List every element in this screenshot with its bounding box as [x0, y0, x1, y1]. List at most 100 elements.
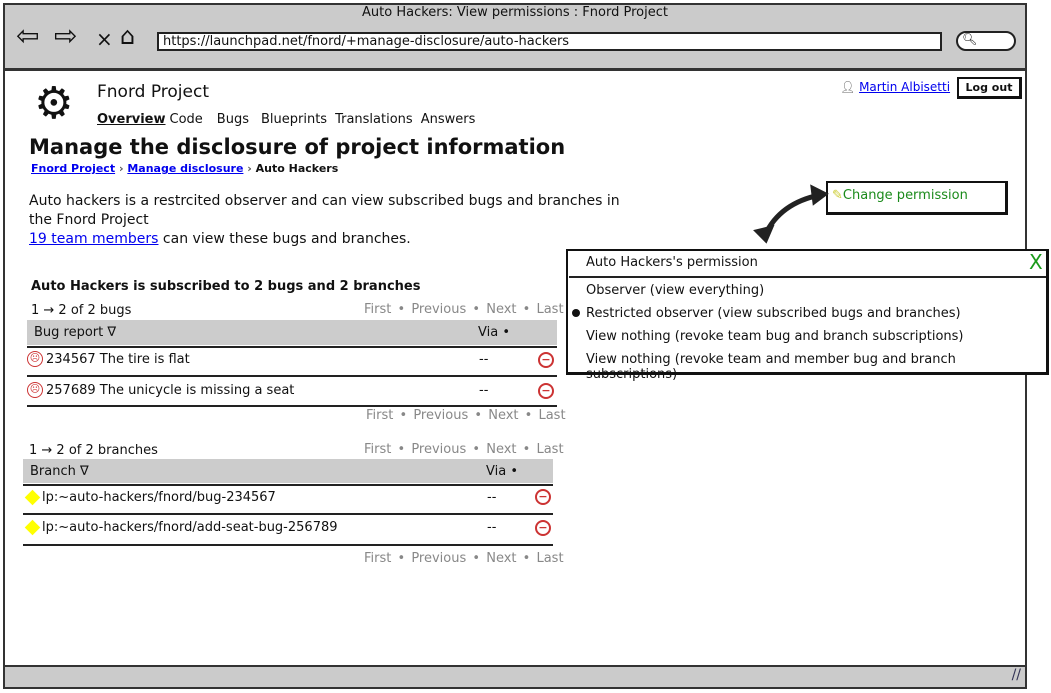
search-icon: 🔍︎: [962, 32, 978, 46]
previous-link[interactable]: Previous: [411, 302, 466, 317]
next-link[interactable]: Next: [486, 551, 516, 566]
forward-icon[interactable]: ⇨: [54, 22, 77, 50]
nav-overview[interactable]: Overview: [97, 112, 166, 127]
remove-icon[interactable]: −: [538, 383, 554, 399]
branches-table-header: Branch ∇ Via •: [23, 459, 553, 483]
remove-icon[interactable]: −: [538, 352, 554, 368]
branch-via: --: [487, 520, 497, 535]
option-restricted-observer[interactable]: Restricted observer (view subscribed bug…: [586, 306, 961, 321]
branch-title[interactable]: lp:~auto-hackers/fnord/bug-234567: [42, 490, 276, 505]
members-text: can view these bugs and branches.: [158, 231, 411, 247]
previous-link[interactable]: Previous: [411, 551, 466, 566]
sep: •: [472, 551, 481, 566]
project-name: Fnord Project: [97, 82, 210, 102]
logout-button[interactable]: Log out: [957, 77, 1022, 99]
divider: [27, 375, 557, 377]
sep: •: [474, 408, 483, 423]
breadcrumb-current: Auto Hackers: [255, 162, 339, 175]
sep: •: [522, 551, 531, 566]
team-members-link[interactable]: 19 team members: [29, 231, 158, 247]
user-link[interactable]: 👤︎ Martin Albisetti: [840, 80, 950, 94]
branch-title[interactable]: lp:~auto-hackers/fnord/add-seat-bug-2567…: [42, 520, 338, 535]
nav-answers[interactable]: Answers: [421, 112, 476, 127]
first-link[interactable]: First: [364, 442, 391, 457]
remove-icon[interactable]: −: [535, 489, 551, 505]
previous-link[interactable]: Previous: [413, 408, 468, 423]
arrow-annotation-icon: [753, 184, 829, 244]
subscriptions-heading: Auto Hackers is subscribed to 2 bugs and…: [31, 279, 421, 294]
breadcrumb: Fnord Project › Manage disclosure › Auto…: [31, 162, 339, 175]
last-link[interactable]: Last: [536, 302, 563, 317]
sep: •: [524, 408, 533, 423]
last-link[interactable]: Last: [536, 551, 563, 566]
next-link[interactable]: Next: [486, 442, 516, 457]
project-nav: Overview Code Bugs Blueprints Translatio…: [97, 112, 475, 127]
description-line: Auto hackers is a restrcited observer an…: [29, 193, 620, 209]
stop-icon[interactable]: ×: [96, 27, 113, 51]
branch-via: --: [487, 490, 497, 505]
nav-blueprints[interactable]: Blueprints: [261, 112, 327, 127]
col-via[interactable]: Via •: [478, 320, 510, 345]
next-link[interactable]: Next: [486, 302, 516, 317]
option-view-nothing-team[interactable]: View nothing (revoke team bug and branch…: [586, 329, 964, 344]
breadcrumb-manage-disclosure[interactable]: Manage disclosure: [127, 162, 243, 175]
sep: •: [397, 442, 406, 457]
change-permission-label: Change permission: [842, 188, 968, 203]
home-icon[interactable]: ⌂: [120, 22, 135, 50]
branches-pagination-bottom: First • Previous • Next • Last: [364, 551, 564, 566]
bug-via: --: [479, 352, 489, 367]
bug-icon: ☹: [27, 382, 43, 398]
last-link[interactable]: Last: [538, 408, 565, 423]
first-link[interactable]: First: [364, 551, 391, 566]
pencil-icon: ✎: [832, 188, 843, 203]
url-input[interactable]: https://launchpad.net/fnord/+manage-disc…: [157, 32, 942, 51]
bug-title[interactable]: 257689 The unicycle is missing a seat: [46, 383, 294, 398]
bug-via: --: [479, 383, 489, 398]
bug-title[interactable]: 234567 The tire is flat: [46, 352, 190, 367]
next-link[interactable]: Next: [488, 408, 518, 423]
back-icon[interactable]: ⇦: [16, 22, 39, 50]
last-link[interactable]: Last: [536, 442, 563, 457]
sep: •: [522, 302, 531, 317]
sep: •: [472, 302, 481, 317]
divider: [569, 276, 1046, 278]
window-title: Auto Hackers: View permissions : Fnord P…: [362, 5, 668, 20]
change-permission-button[interactable]: ✎Change permission: [826, 181, 1008, 215]
nav-bugs[interactable]: Bugs: [217, 112, 249, 127]
branches-count: 1 → 2 of 2 branches: [29, 443, 158, 458]
sep: •: [397, 551, 406, 566]
col-branch[interactable]: Branch ∇: [30, 464, 89, 479]
divider: [23, 484, 553, 486]
divider: [27, 405, 557, 407]
option-view-nothing-member[interactable]: View nothing (revoke team and member bug…: [586, 352, 1051, 382]
project-logo-gear-icon: ⚙: [34, 78, 74, 129]
user-icon: 👤︎: [840, 80, 856, 94]
breadcrumb-fnord-project[interactable]: Fnord Project: [31, 162, 115, 175]
description-line: the Fnord Project: [29, 212, 149, 228]
popup-title: Auto Hackers's permission: [586, 255, 758, 270]
sep: •: [472, 442, 481, 457]
members-line: 19 team members can view these bugs and …: [29, 230, 620, 249]
bugs-pagination-top: First • Previous • Next • Last: [364, 302, 564, 317]
previous-link[interactable]: Previous: [411, 442, 466, 457]
first-link[interactable]: First: [364, 302, 391, 317]
divider: [23, 513, 553, 515]
search-button[interactable]: 🔍︎: [956, 31, 1016, 51]
bugs-pagination-bottom: First • Previous • Next • Last: [366, 408, 566, 423]
bugs-table-header: Bug report ∇ Via •: [27, 320, 557, 345]
option-observer[interactable]: Observer (view everything): [586, 283, 764, 298]
col-via[interactable]: Via •: [486, 459, 518, 484]
description: Auto hackers is a restrcited observer an…: [29, 192, 620, 249]
col-bug-report[interactable]: Bug report ∇: [34, 325, 116, 340]
nav-translations[interactable]: Translations: [335, 112, 413, 127]
remove-icon[interactable]: −: [535, 520, 551, 536]
sep: •: [399, 408, 408, 423]
divider: [23, 544, 553, 546]
user-name[interactable]: Martin Albisetti: [859, 80, 950, 94]
resize-grip-icon[interactable]: //: [1012, 667, 1021, 683]
nav-code[interactable]: Code: [170, 112, 203, 127]
divider: [27, 346, 557, 348]
close-popup-button[interactable]: X: [1029, 250, 1043, 274]
first-link[interactable]: First: [366, 408, 393, 423]
branches-pagination-top: First • Previous • Next • Last: [364, 442, 564, 457]
